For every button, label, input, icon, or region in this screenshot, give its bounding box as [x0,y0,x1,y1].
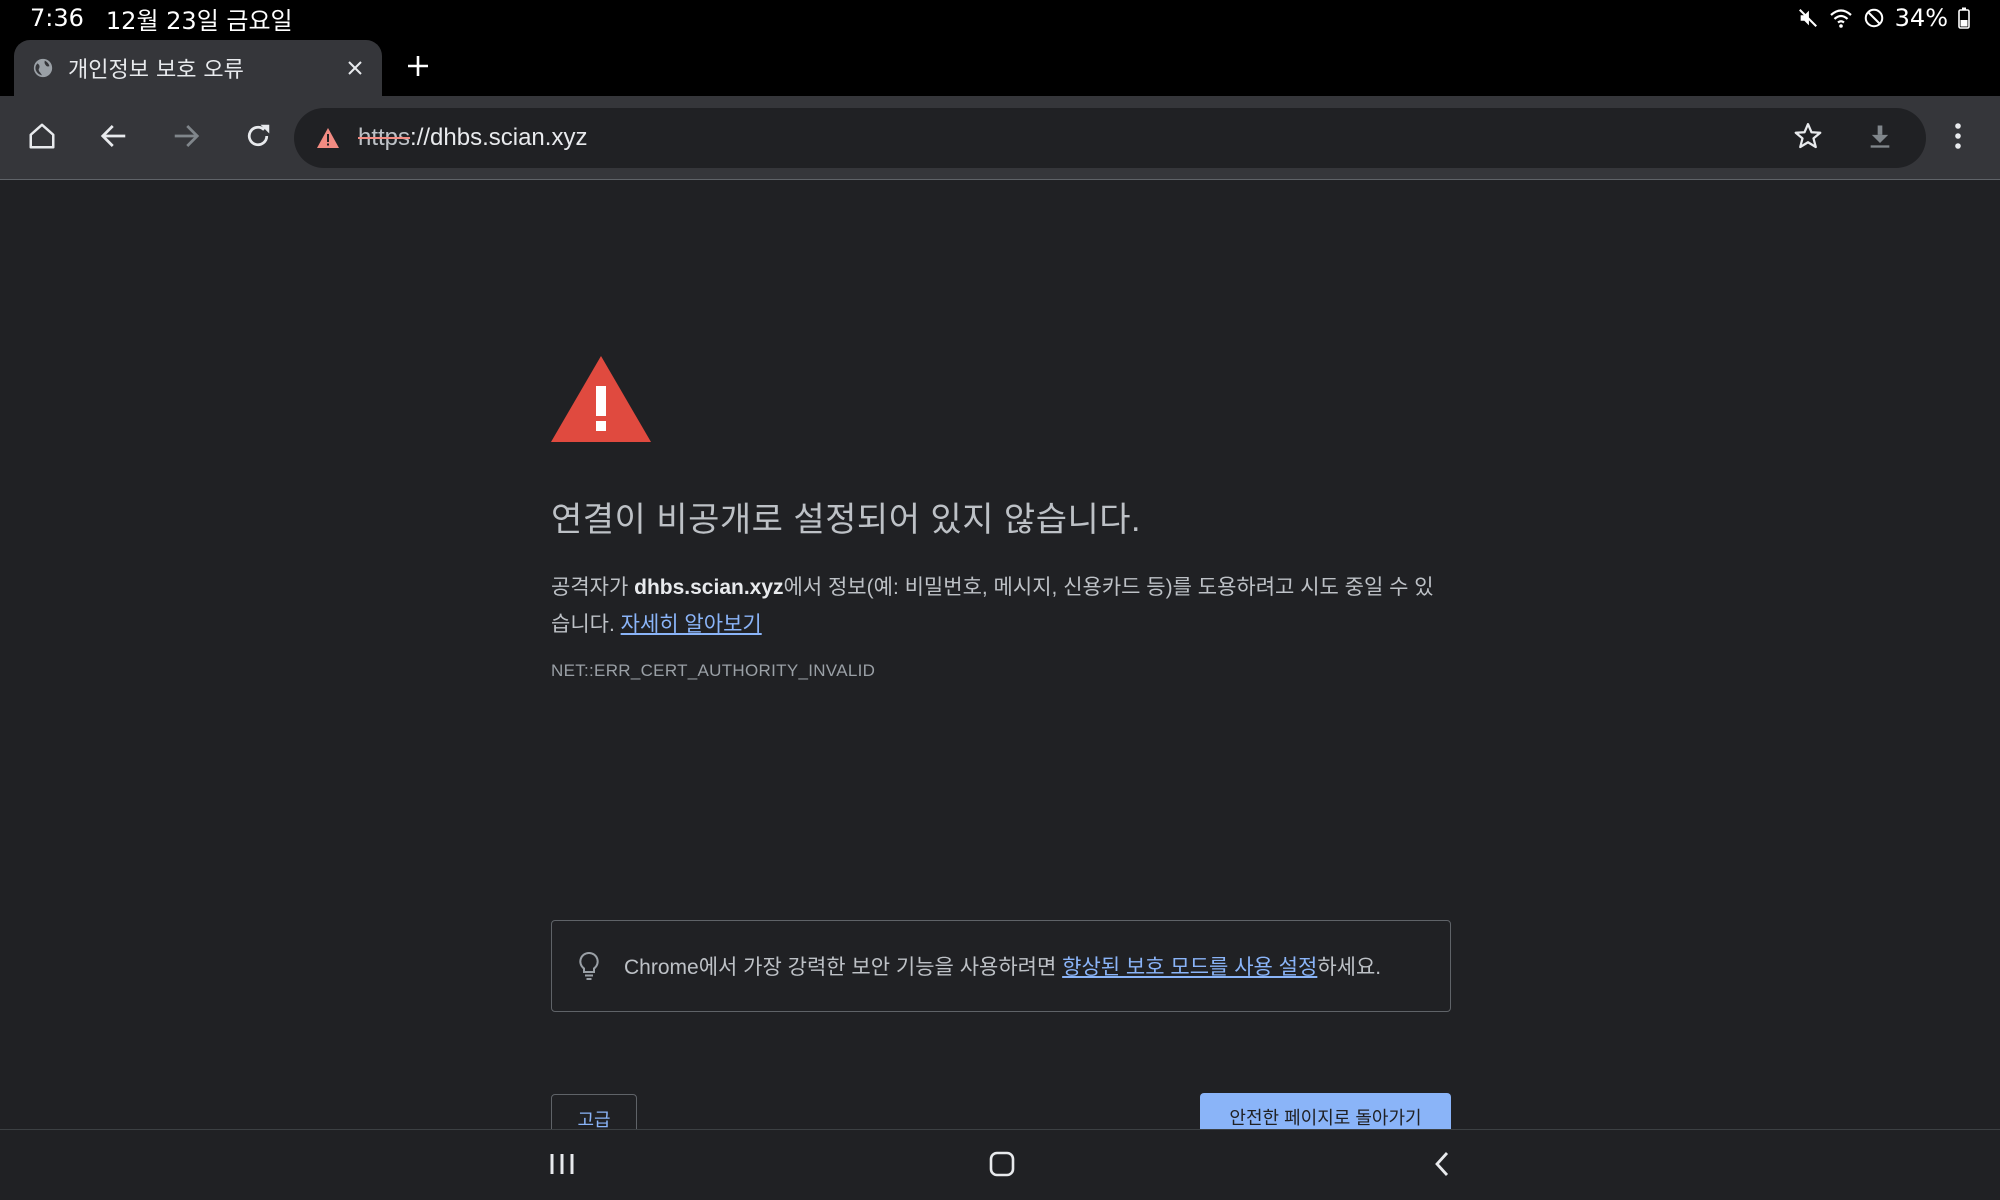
forward-icon [171,121,201,155]
enhanced-protection-link[interactable]: 향상된 보호 모드를 사용 설정 [1062,956,1317,979]
status-time: 7:36 [30,4,84,32]
do-not-disturb-icon [1863,7,1885,29]
hostname: dhbs.scian.xyz [634,576,784,599]
back-nav-icon [1432,1150,1452,1182]
battery-icon [1958,7,1970,29]
page-title: 연결이 비공개로 설정되어 있지 않습니다. [551,501,1141,539]
page-content: 연결이 비공개로 설정되어 있지 않습니다. 공격자가 dhbs.scian.x… [0,181,2000,1144]
reload-button[interactable] [234,114,282,162]
status-bar: 7:36 12월 23일 금요일 34% [0,0,2000,36]
tab-strip: 개인정보 보호 오류 [0,36,2000,96]
url-text[interactable]: https://dhbs.scian.xyz [358,124,1784,152]
plus-icon [406,54,430,82]
explanation-text: 공격자가 dhbs.scian.xyz에서 정보(예: 비밀번호, 메시지, 신… [551,569,1451,643]
recents-button[interactable] [538,1142,586,1190]
globe-icon [32,57,54,79]
enhanced-protection-tip: Chrome에서 가장 강력한 보안 기능을 사용하려면 향상된 보호 모드를 … [551,920,1451,1012]
status-date: 12월 23일 금요일 [105,6,293,35]
battery-percent: 34% [1894,4,1948,32]
status-icons: 34% [1797,4,1970,32]
more-menu-button[interactable] [1934,114,1982,162]
download-icon [1866,122,1894,154]
lightbulb-icon [578,951,600,981]
back-button[interactable] [90,114,138,162]
tip-suffix: 하세요. [1317,956,1382,979]
warning-triangle-icon [551,356,1451,442]
recents-icon [548,1151,576,1181]
close-tab-icon[interactable] [346,59,364,77]
forward-button[interactable] [162,114,210,162]
bookmark-button[interactable] [1784,114,1832,162]
star-icon [1793,121,1823,155]
reload-icon [243,121,273,155]
system-nav-bar [0,1129,2000,1200]
explanation-prefix: 공격자가 [551,576,635,599]
back-nav-button[interactable] [1418,1142,1466,1190]
home-nav-icon [988,1150,1016,1182]
tab-active[interactable]: 개인정보 보호 오류 [14,40,382,96]
home-button[interactable] [18,114,66,162]
mute-icon [1797,7,1819,29]
new-tab-button[interactable] [400,50,436,86]
error-code: NET::ERR_CERT_AUTHORITY_INVALID [551,661,876,680]
tip-prefix: Chrome에서 가장 강력한 보안 기능을 사용하려면 [624,956,1063,979]
tip-text: Chrome에서 가장 강력한 보안 기능을 사용하려면 향상된 보호 모드를 … [624,951,1381,981]
more-icon [1953,121,1963,155]
download-button[interactable] [1856,114,1904,162]
wifi-icon [1829,7,1853,29]
omnibox[interactable]: https://dhbs.scian.xyz [294,108,1926,168]
learn-more-link[interactable]: 자세히 알아보기 [621,613,762,636]
home-icon [27,121,57,155]
not-secure-warning-icon[interactable] [316,127,340,149]
url-scheme: https [358,124,411,151]
home-nav-button[interactable] [978,1142,1026,1190]
tab-title: 개인정보 보호 오류 [68,58,244,83]
browser-toolbar: https://dhbs.scian.xyz [0,96,2000,180]
url-host: ://dhbs.scian.xyz [410,124,588,151]
ssl-interstitial: 연결이 비공개로 설정되어 있지 않습니다. 공격자가 dhbs.scian.x… [551,356,1451,1144]
back-icon [99,121,129,155]
